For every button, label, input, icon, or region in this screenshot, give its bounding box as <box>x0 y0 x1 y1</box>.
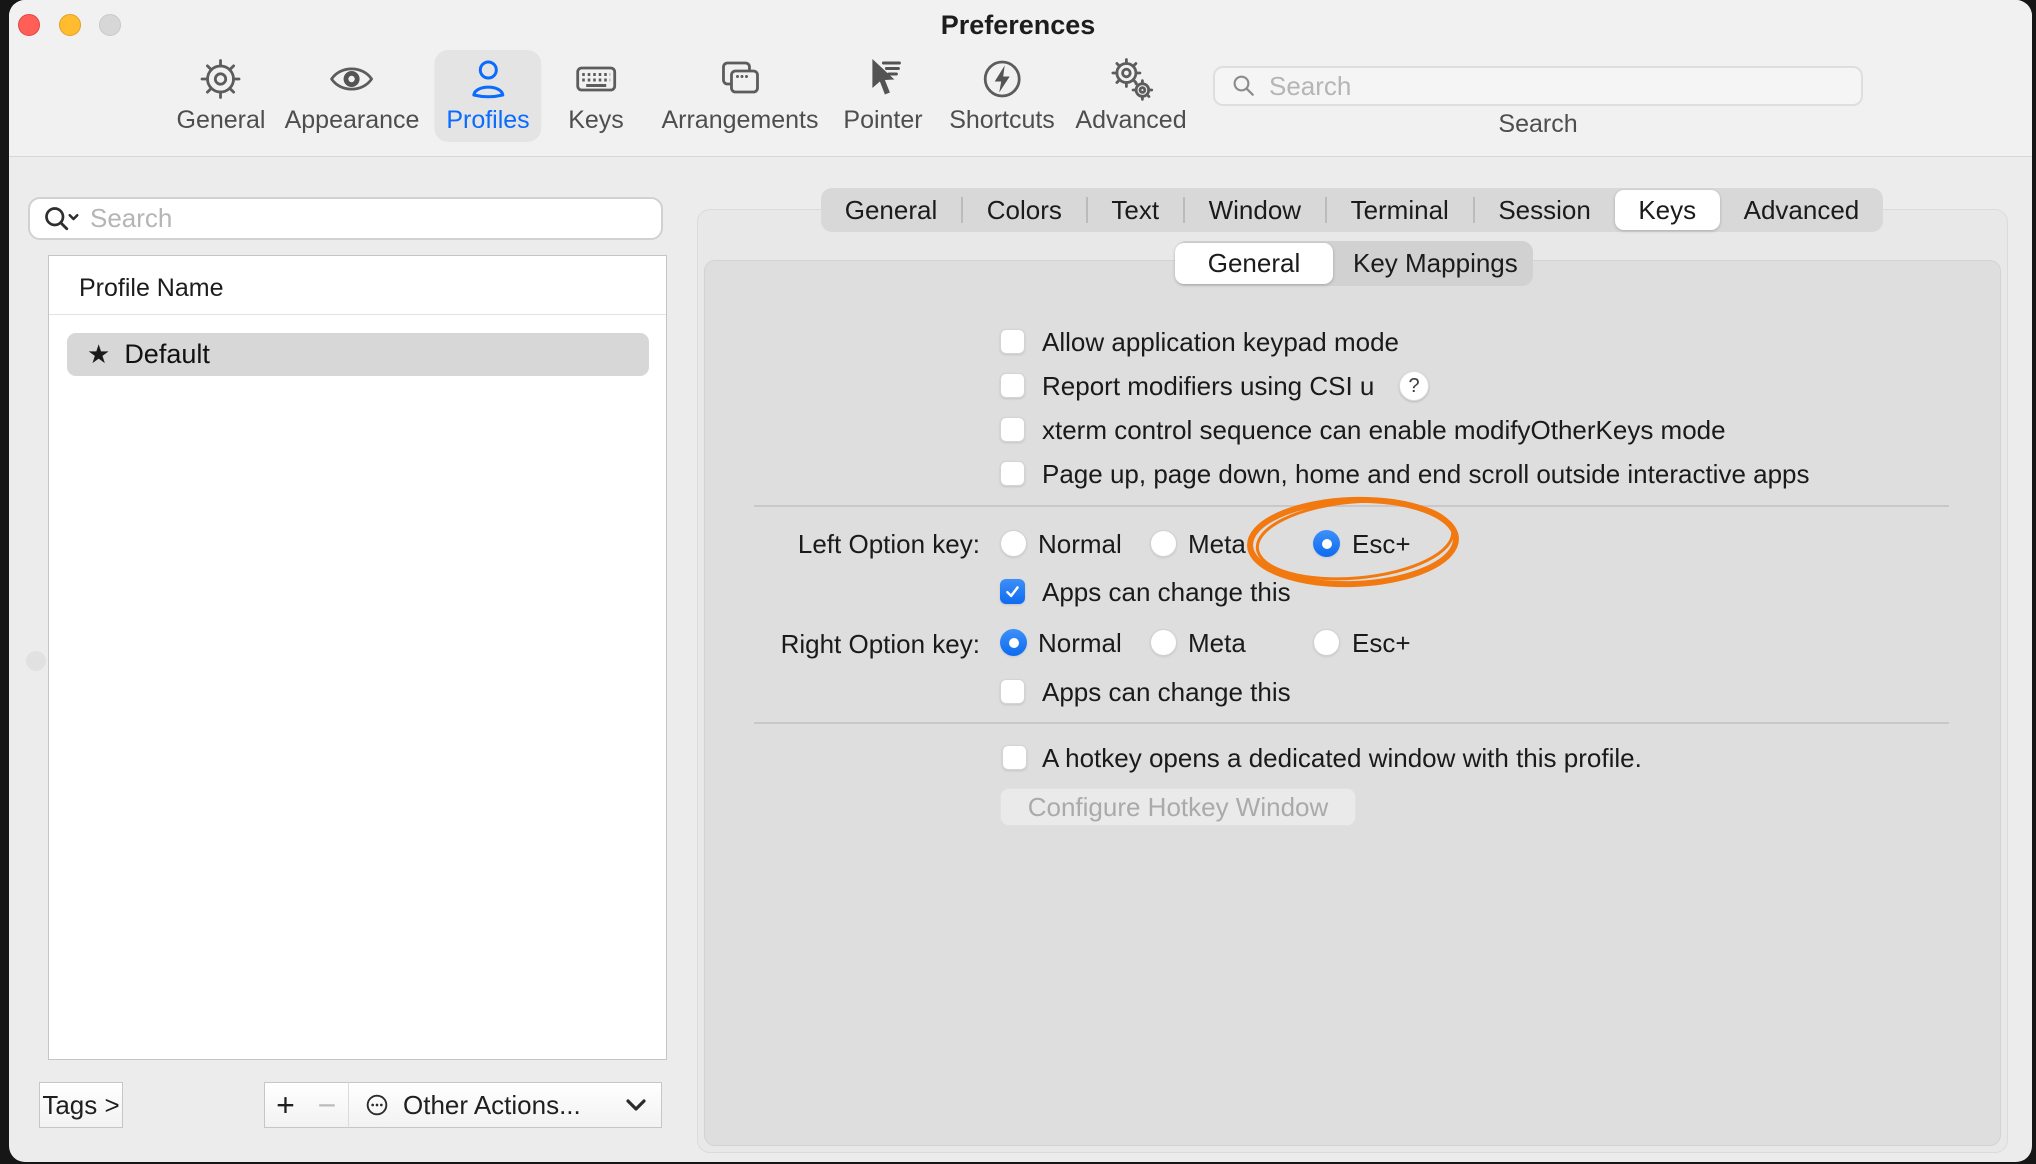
windows-icon <box>716 55 764 103</box>
checkbox-label: Apps can change this <box>1042 576 1291 608</box>
toolbar-item-arrangements[interactable]: Arrangements <box>649 50 830 142</box>
toolbar-search-input[interactable] <box>1267 70 1861 103</box>
ellipsis-circle-icon <box>361 1089 393 1121</box>
radio-left-option-meta[interactable] <box>1150 530 1177 557</box>
profile-row-default[interactable]: ★ Default <box>67 333 649 376</box>
sidebar-drag-dot <box>26 651 46 671</box>
configure-hotkey-window-button: Configure Hotkey Window <box>1000 788 1356 826</box>
radio-right-option-esc[interactable] <box>1313 629 1340 656</box>
chevron-down-icon <box>625 1098 647 1112</box>
radio-label: Normal <box>1038 627 1122 659</box>
toolbar-item-label: Advanced <box>1075 106 1186 135</box>
profile-tabs: General Colors Text Window Terminal Sess… <box>821 188 1883 232</box>
checkmark-icon <box>1004 583 1021 600</box>
radio-label: Normal <box>1038 528 1122 560</box>
radio-label: Esc+ <box>1352 627 1411 659</box>
tab-general[interactable]: General <box>821 188 961 232</box>
radio-left-option-normal[interactable] <box>1000 530 1027 557</box>
checkbox-right-apps-can-change[interactable] <box>1000 679 1025 704</box>
checkbox-label: Allow application keypad mode <box>1042 326 1399 358</box>
left-option-key-label: Left Option key: <box>660 528 980 560</box>
preferences-window: Preferences General Appearance <box>9 0 2032 1162</box>
tab-colors[interactable]: Colors <box>963 188 1086 232</box>
checkbox-csi-u[interactable] <box>1000 373 1025 398</box>
add-profile-button[interactable]: + <box>264 1082 307 1128</box>
toolbar-item-general[interactable]: General <box>165 50 278 142</box>
keys-subtabs: General Key Mappings <box>1175 241 1533 286</box>
star-icon: ★ <box>87 340 110 370</box>
help-button[interactable]: ? <box>1399 371 1429 401</box>
toolbar-item-pointer[interactable]: Pointer <box>831 50 934 142</box>
eye-icon <box>328 55 376 103</box>
radio-right-option-normal[interactable] <box>1000 629 1027 656</box>
tab-session[interactable]: Session <box>1475 188 1615 232</box>
pointer-icon <box>859 55 907 103</box>
tab-window[interactable]: Window <box>1185 188 1325 232</box>
bolt-icon <box>978 55 1026 103</box>
search-filter-icon <box>42 203 84 235</box>
search-icon <box>1229 71 1259 101</box>
toolbar: Preferences General Appearance <box>9 0 2032 157</box>
profile-search-field[interactable] <box>28 197 663 240</box>
gear-icon <box>197 55 245 103</box>
window-title: Preferences <box>9 10 2032 41</box>
toolbar-search-caption: Search <box>1213 110 1863 139</box>
checkbox-label: A hotkey opens a dedicated window with t… <box>1042 742 1642 774</box>
checkbox-label: Apps can change this <box>1042 676 1291 708</box>
subtab-general[interactable]: General <box>1175 243 1333 284</box>
other-actions-dropdown[interactable]: Other Actions... <box>348 1082 662 1128</box>
right-option-key-label: Right Option key: <box>640 628 980 660</box>
checkbox-label: Report modifiers using CSI u <box>1042 370 1374 402</box>
person-icon <box>464 55 512 103</box>
toolbar-item-label: Pointer <box>843 106 922 135</box>
toolbar-item-advanced[interactable]: Advanced <box>1063 50 1198 142</box>
toolbar-item-appearance[interactable]: Appearance <box>273 50 432 142</box>
checkbox-modify-other-keys[interactable] <box>1000 417 1025 442</box>
other-actions-label: Other Actions... <box>403 1090 581 1121</box>
checkbox-left-apps-can-change[interactable] <box>1000 579 1025 604</box>
toolbar-item-keys[interactable]: Keys <box>556 50 636 142</box>
toolbar-item-label: Shortcuts <box>949 106 1055 135</box>
profile-list: Profile Name ★ Default <box>48 255 667 1060</box>
plus-icon: + <box>276 1087 295 1124</box>
remove-profile-button[interactable]: − <box>306 1082 349 1128</box>
radio-label: Meta <box>1188 528 1246 560</box>
radio-right-option-meta[interactable] <box>1150 629 1177 656</box>
tab-terminal[interactable]: Terminal <box>1327 188 1473 232</box>
toolbar-item-label: Keys <box>568 106 624 135</box>
toolbar-item-shortcuts[interactable]: Shortcuts <box>937 50 1067 142</box>
toolbar-item-label: General <box>177 106 266 135</box>
tab-text[interactable]: Text <box>1088 188 1183 232</box>
toolbar-item-label: Arrangements <box>661 106 818 135</box>
checkbox-label: Page up, page down, home and end scroll … <box>1042 458 1810 490</box>
checkbox-scroll-outside-apps[interactable] <box>1000 461 1025 486</box>
configure-hotkey-window-label: Configure Hotkey Window <box>1028 792 1329 823</box>
toolbar-item-label: Profiles <box>446 106 529 135</box>
checkbox-label: xterm control sequence can enable modify… <box>1042 414 1726 446</box>
subtab-key-mappings[interactable]: Key Mappings <box>1333 241 1538 286</box>
keyboard-icon <box>572 55 620 103</box>
tags-button-label: Tags > <box>42 1090 119 1121</box>
minus-icon: − <box>318 1087 337 1124</box>
divider <box>49 314 666 315</box>
question-mark-icon: ? <box>1408 375 1419 398</box>
radio-label: Meta <box>1188 627 1246 659</box>
toolbar-search-field[interactable] <box>1213 66 1863 106</box>
checkbox-hotkey-window[interactable] <box>1002 745 1027 770</box>
gears-icon <box>1107 55 1155 103</box>
checkbox-keypad-mode[interactable] <box>1000 329 1025 354</box>
toolbar-item-profiles[interactable]: Profiles <box>434 50 541 142</box>
profile-name: Default <box>124 339 210 370</box>
divider <box>754 722 1949 724</box>
tab-advanced[interactable]: Advanced <box>1720 188 1883 232</box>
tab-keys[interactable]: Keys <box>1615 190 1720 230</box>
profile-search-input[interactable] <box>88 202 661 235</box>
profile-list-header: Profile Name <box>79 274 224 303</box>
tags-button[interactable]: Tags > <box>39 1082 123 1128</box>
toolbar-item-label: Appearance <box>285 106 420 135</box>
